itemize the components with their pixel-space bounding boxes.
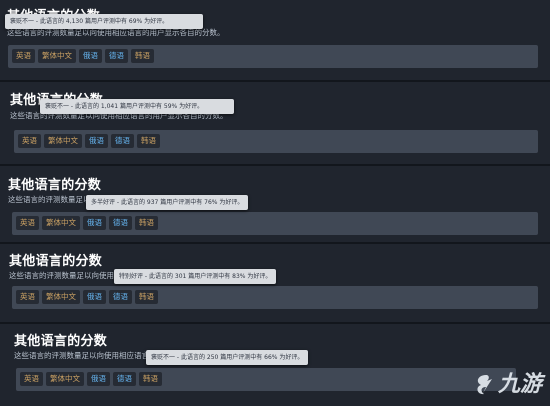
panel-title: 其他语言的分数 — [14, 334, 108, 349]
language-tag-russian[interactable]: 俄语 — [85, 134, 108, 148]
language-tag-korean[interactable]: 韩语 — [139, 372, 162, 386]
language-score-panel-5: 其他语言的分数 这些语言的评测数量足以向使用相应语言的用户显示各自的分数。 英语… — [0, 324, 550, 406]
language-tag-traditional-chinese[interactable]: 繁体中文 — [46, 372, 84, 386]
language-tag-korean[interactable]: 韩语 — [131, 49, 154, 63]
language-tag-german[interactable]: 德语 — [109, 216, 132, 230]
language-tag-group: 英语 繁体中文 俄语 德语 韩语 — [16, 368, 516, 391]
language-tag-russian[interactable]: 俄语 — [83, 290, 106, 304]
language-tag-traditional-chinese[interactable]: 繁体中文 — [42, 290, 80, 304]
language-tag-korean[interactable]: 韩语 — [137, 134, 160, 148]
language-tag-english[interactable]: 英语 — [16, 216, 39, 230]
language-tag-traditional-chinese[interactable]: 繁体中文 — [42, 216, 80, 230]
review-tooltip: 多半好评 - 此语言的 937 篇用户评测中有 76% 为好评。 — [86, 195, 249, 210]
language-tag-english[interactable]: 英语 — [12, 49, 35, 63]
language-score-panel-2: 其他语言的分数 这些语言的评测数量足以向使用相应语言的用户显示各自的分数。 英语… — [0, 82, 550, 164]
panel-title: 其他语言的分数 — [8, 178, 102, 193]
language-tag-german[interactable]: 德语 — [109, 290, 132, 304]
language-tag-english[interactable]: 英语 — [16, 290, 39, 304]
review-tooltip: 褒贬不一 - 此语言的 250 篇用户评测中有 66% 为好评。 — [146, 350, 309, 365]
watermark-logo-text: 九游 — [497, 372, 542, 397]
review-tooltip: 特别好评 - 此语言的 301 篇用户评测中有 83% 为好评。 — [114, 269, 277, 284]
language-tag-group: 英语 繁体中文 俄语 德语 韩语 — [14, 130, 538, 153]
watermark-logo: 九游 — [472, 366, 542, 398]
language-score-panel-1: 其他语言的分数 这些语言的评测数量足以向使用相应语言的用户显示各自的分数。 英语… — [0, 0, 550, 80]
language-tag-traditional-chinese[interactable]: 繁体中文 — [44, 134, 82, 148]
review-tooltip: 褒贬不一 - 此语言的 4,130 篇用户评测中有 69% 为好评。 — [5, 14, 203, 29]
nine-game-logo-icon — [477, 375, 492, 395]
language-score-panel-3: 其他语言的分数 这些语言的评测数量足以向使用相应语言的用户显示各自的分数。 英语… — [0, 166, 550, 242]
language-tag-english[interactable]: 英语 — [18, 134, 41, 148]
language-tag-english[interactable]: 英语 — [20, 372, 43, 386]
language-tag-russian[interactable]: 俄语 — [83, 216, 106, 230]
language-tag-group: 英语 繁体中文 俄语 德语 韩语 — [12, 286, 538, 309]
language-tag-russian[interactable]: 俄语 — [87, 372, 110, 386]
language-tag-german[interactable]: 德语 — [111, 134, 134, 148]
language-tag-group: 英语 繁体中文 俄语 德语 韩语 — [12, 212, 538, 235]
language-tag-korean[interactable]: 韩语 — [135, 290, 158, 304]
language-tag-traditional-chinese[interactable]: 繁体中文 — [38, 49, 76, 63]
panel-title: 其他语言的分数 — [9, 254, 103, 269]
language-tag-group: 英语 繁体中文 俄语 德语 韩语 — [8, 45, 538, 68]
language-tag-korean[interactable]: 韩语 — [135, 216, 158, 230]
language-tag-russian[interactable]: 俄语 — [79, 49, 102, 63]
language-tag-german[interactable]: 德语 — [105, 49, 128, 63]
language-tag-german[interactable]: 德语 — [113, 372, 136, 386]
language-score-panel-4: 其他语言的分数 这些语言的评测数量足以向使用相应语言的用户显示各自的分数。 英语… — [0, 244, 550, 322]
review-tooltip: 褒贬不一 - 此语言的 1,041 篇用户评测中有 59% 为好评。 — [40, 99, 234, 114]
